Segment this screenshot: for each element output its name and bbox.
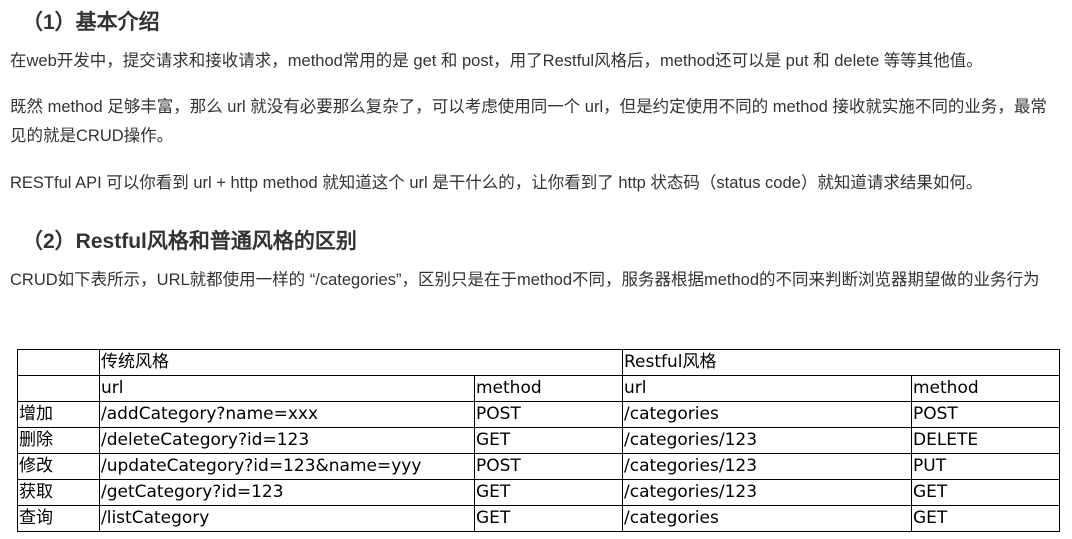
table-cell: /categories <box>622 401 912 428</box>
table-row: 查询 /listCategory GET /categories GET <box>17 505 1060 532</box>
table-cell: GET <box>911 505 1060 532</box>
table-cell: GET <box>474 479 623 506</box>
operation-cell: 修改 <box>17 453 100 480</box>
traditional-style-header: 传统风格 <box>99 349 623 376</box>
table-cell: POST <box>474 453 623 480</box>
table-cell: GET <box>474 505 623 532</box>
article-content: （1）基本介绍 在web开发中，提交请求和接收请求，method常用的是 get… <box>0 0 1072 539</box>
table-corner-cell <box>17 349 100 376</box>
table-cell: GET <box>911 479 1060 506</box>
section-heading-basic-intro: （1）基本介绍 <box>22 11 160 34</box>
section-heading-style-difference: （2）Restful风格和普通风格的区别 <box>22 230 357 253</box>
intro-paragraph: RESTful API 可以你看到 url + http method 就知道这… <box>10 174 983 192</box>
crud-comparison-table: 传统风格 Restful风格 url method url method 增加 … <box>17 349 1060 532</box>
table-row: 修改 /updateCategory?id=123&name=yyy POST … <box>17 453 1060 480</box>
column-header-url: url <box>622 375 912 402</box>
operation-cell: 获取 <box>17 479 100 506</box>
restful-style-header: Restful风格 <box>622 349 1060 376</box>
table-cell: /categories/123 <box>622 453 912 480</box>
table-cell: /deleteCategory?id=123 <box>99 427 475 454</box>
operation-cell: 增加 <box>17 401 100 428</box>
table-cell: DELETE <box>911 427 1060 454</box>
table-cell: PUT <box>911 453 1060 480</box>
table-cell: /listCategory <box>99 505 475 532</box>
table-subheader-row: url method url method <box>17 375 1060 402</box>
column-header-method: method <box>911 375 1060 402</box>
operation-cell: 删除 <box>17 427 100 454</box>
table-cell: /categories <box>622 505 912 532</box>
table-row: 增加 /addCategory?name=xxx POST /categorie… <box>17 401 1060 428</box>
table-cell: /updateCategory?id=123&name=yyy <box>99 453 475 480</box>
column-header-url: url <box>99 375 475 402</box>
table-cell: POST <box>911 401 1060 428</box>
table-cell: /addCategory?name=xxx <box>99 401 475 428</box>
table-cell: /categories/123 <box>622 479 912 506</box>
table-row: 获取 /getCategory?id=123 GET /categories/1… <box>17 479 1060 506</box>
table-header-row: 传统风格 Restful风格 <box>17 349 1060 376</box>
table-cell <box>17 375 100 402</box>
column-header-method: method <box>474 375 623 402</box>
operation-cell: 查询 <box>17 505 100 532</box>
table-cell: POST <box>474 401 623 428</box>
intro-paragraph: 既然 method 足够丰富，那么 url 就没有必要那么复杂了，可以考虑使用同… <box>10 98 1047 145</box>
table-cell: /getCategory?id=123 <box>99 479 475 506</box>
intro-paragraph: 在web开发中，提交请求和接收请求，method常用的是 get 和 post，… <box>10 52 983 70</box>
difference-paragraph: CRUD如下表所示，URL就都使用一样的 “/categories”，区别只是在… <box>10 271 1040 289</box>
table-cell: GET <box>474 427 623 454</box>
table-cell: /categories/123 <box>622 427 912 454</box>
table-row: 删除 /deleteCategory?id=123 GET /categorie… <box>17 427 1060 454</box>
